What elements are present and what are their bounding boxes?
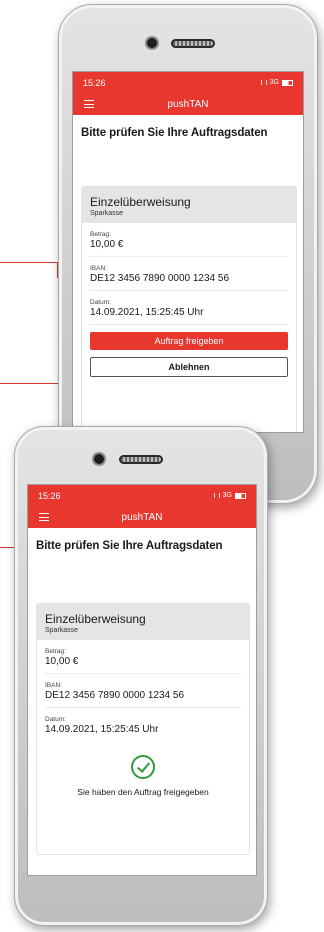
field-value: 10,00 € bbox=[90, 239, 124, 250]
confirmation-message: Sie haben den Auftrag freigegeben bbox=[77, 787, 209, 797]
status-bar: 15:26 3G bbox=[28, 485, 256, 506]
field-amount: Betrag: 10,00 € bbox=[90, 223, 288, 257]
app-title: pushTAN bbox=[121, 511, 163, 523]
network-type: 3G bbox=[222, 492, 232, 499]
connector-line-1-horizontal bbox=[0, 262, 58, 263]
field-label: IBAN: bbox=[45, 682, 62, 689]
app-bar: pushTAN bbox=[73, 93, 303, 115]
front-camera-icon bbox=[94, 454, 104, 464]
field-value: DE12 3456 7890 0000 1234 56 bbox=[90, 273, 230, 284]
app-screen-bottom: 15:26 3G pushTAN Bitte prüfen Sie Ihre A… bbox=[27, 484, 257, 876]
card-subtitle: Sparkasse bbox=[90, 210, 124, 217]
card-subtitle: Sparkasse bbox=[45, 627, 79, 634]
card-title: Einzelüberweisung bbox=[45, 612, 146, 626]
field-value: 14.09.2021, 15:25:45 Uhr bbox=[90, 307, 204, 318]
phone-frame-bottom: 15:26 3G pushTAN Bitte prüfen Sie Ihre A… bbox=[14, 426, 268, 926]
card-title: Einzelüberweisung bbox=[90, 195, 191, 209]
transfer-details-card: Einzelüberweisung Sparkasse Betrag: 10,0… bbox=[81, 186, 297, 432]
status-indicators: 3G bbox=[260, 79, 293, 86]
battery-icon bbox=[235, 492, 246, 499]
connector-line-2 bbox=[0, 383, 65, 384]
field-iban: IBAN: DE12 3456 7890 0000 1234 56 bbox=[45, 674, 241, 708]
card-header: Einzelüberweisung Sparkasse bbox=[37, 604, 249, 640]
field-label: Betrag: bbox=[45, 648, 66, 655]
hamburger-menu-icon[interactable] bbox=[39, 513, 49, 521]
signal-icon bbox=[260, 80, 267, 85]
field-date: Datum: 14.09.2021, 15:25:45 Uhr bbox=[45, 708, 241, 741]
status-time: 15:26 bbox=[83, 77, 106, 88]
battery-icon bbox=[282, 79, 293, 86]
field-label: IBAN: bbox=[90, 265, 107, 272]
status-indicators: 3G bbox=[213, 492, 246, 499]
field-label: Datum: bbox=[90, 299, 111, 306]
network-type: 3G bbox=[269, 79, 279, 86]
app-bar: pushTAN bbox=[28, 506, 256, 528]
check-circle-icon bbox=[131, 755, 155, 779]
page-title: Bitte prüfen Sie Ihre Auftragsdaten bbox=[36, 540, 223, 552]
status-time: 15:26 bbox=[38, 490, 61, 501]
approve-order-button[interactable]: Auftrag freigeben bbox=[90, 332, 288, 350]
signal-icon bbox=[213, 493, 220, 498]
app-screen-top: 15:26 3G pushTAN Bitte prüfen Sie Ihre A… bbox=[72, 71, 304, 433]
field-value: DE12 3456 7890 0000 1234 56 bbox=[45, 690, 185, 701]
app-title: pushTAN bbox=[167, 98, 209, 110]
status-bar: 15:26 3G bbox=[73, 72, 303, 93]
field-amount: Betrag: 10,00 € bbox=[45, 640, 241, 674]
hamburger-menu-icon[interactable] bbox=[84, 100, 94, 108]
speaker-grill-icon bbox=[119, 455, 163, 464]
card-header: Einzelüberweisung Sparkasse bbox=[82, 187, 296, 223]
field-value: 10,00 € bbox=[45, 656, 79, 667]
reject-button[interactable]: Ablehnen bbox=[90, 357, 288, 377]
front-camera-icon bbox=[147, 38, 157, 48]
field-value: 14.09.2021, 15:25:45 Uhr bbox=[45, 724, 159, 735]
field-date: Datum: 14.09.2021, 15:25:45 Uhr bbox=[90, 291, 288, 325]
field-label: Datum: bbox=[45, 716, 66, 723]
speaker-grill-icon bbox=[171, 39, 215, 48]
transfer-details-card: Einzelüberweisung Sparkasse Betrag: 10,0… bbox=[36, 603, 250, 855]
field-label: Betrag: bbox=[90, 231, 111, 238]
field-iban: IBAN: DE12 3456 7890 0000 1234 56 bbox=[90, 257, 288, 291]
page-title: Bitte prüfen Sie Ihre Auftragsdaten bbox=[81, 127, 268, 139]
